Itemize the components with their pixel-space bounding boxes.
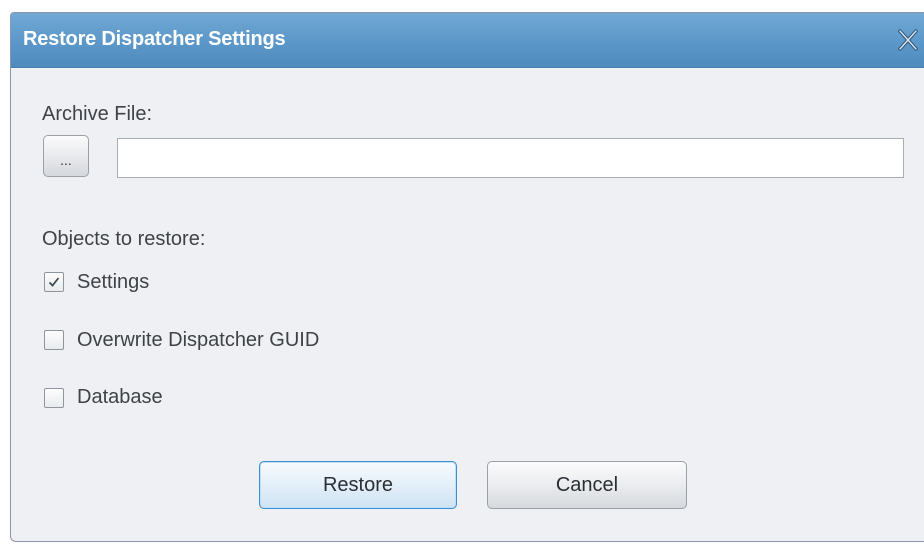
overwrite-guid-checkbox-label[interactable]: Overwrite Dispatcher GUID [77,329,319,352]
check-icon [48,277,60,287]
settings-checkbox[interactable] [44,272,64,292]
close-icon[interactable] [894,23,924,57]
archive-file-label: Archive File: [42,103,153,125]
overwrite-guid-checkbox[interactable] [44,330,64,350]
restore-button[interactable]: Restore [259,461,457,509]
settings-checkbox-label[interactable]: Settings [77,271,149,294]
title-bar: Restore Dispatcher Settings [11,13,924,68]
cancel-button[interactable]: Cancel [487,461,687,509]
browse-button[interactable]: ... [43,135,89,177]
database-checkbox[interactable] [44,388,64,408]
archive-file-input[interactable] [117,138,904,178]
objects-to-restore-label: Objects to restore: [42,228,206,250]
restore-settings-dialog: Restore Dispatcher Settings Archive File… [10,12,924,542]
dialog-title: Restore Dispatcher Settings [23,28,286,50]
database-checkbox-label[interactable]: Database [77,386,163,409]
